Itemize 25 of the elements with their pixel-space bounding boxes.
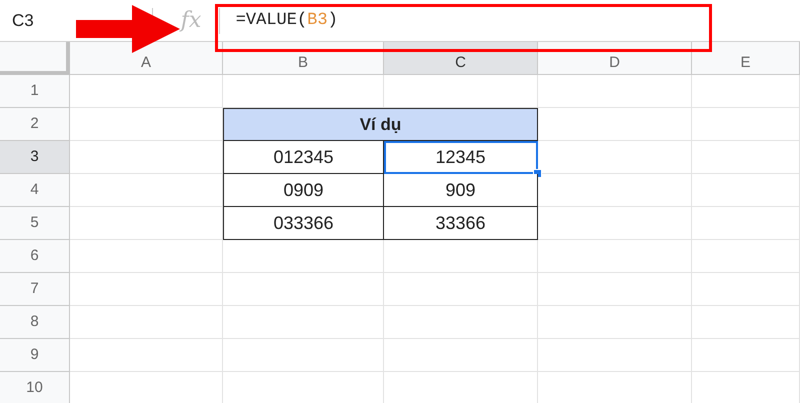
formula-text[interactable]: =VALUE(B3) [236,8,338,34]
row-header[interactable]: 2 [0,108,70,141]
table-cell[interactable]: 033366 [223,207,384,240]
row-header[interactable]: 6 [0,240,70,273]
column-header[interactable]: B [223,42,384,75]
table-cell[interactable]: 0909 [223,174,384,207]
column-header[interactable]: E [692,42,800,75]
row-header[interactable]: 1 [0,75,70,108]
row-header[interactable]: 10 [0,372,70,403]
row-header[interactable]: 4 [0,174,70,207]
function-label: fx [180,7,202,35]
name-box[interactable]: C3 [12,8,34,34]
table-cell[interactable]: 33366 [384,207,538,240]
corner-cell[interactable] [0,42,70,75]
column-header[interactable]: D [538,42,692,75]
row-header[interactable]: 5 [0,207,70,240]
row-header[interactable]: 9 [0,339,70,372]
row-header[interactable]: 8 [0,306,70,339]
column-header[interactable]: A [70,42,223,75]
table-title[interactable]: Ví dụ [223,108,538,141]
row-header[interactable]: 3 [0,141,70,174]
row-header[interactable]: 7 [0,273,70,306]
table-cell[interactable]: 012345 [223,141,384,174]
column-header[interactable]: C [384,42,538,75]
table-cell[interactable]: 909 [384,174,538,207]
